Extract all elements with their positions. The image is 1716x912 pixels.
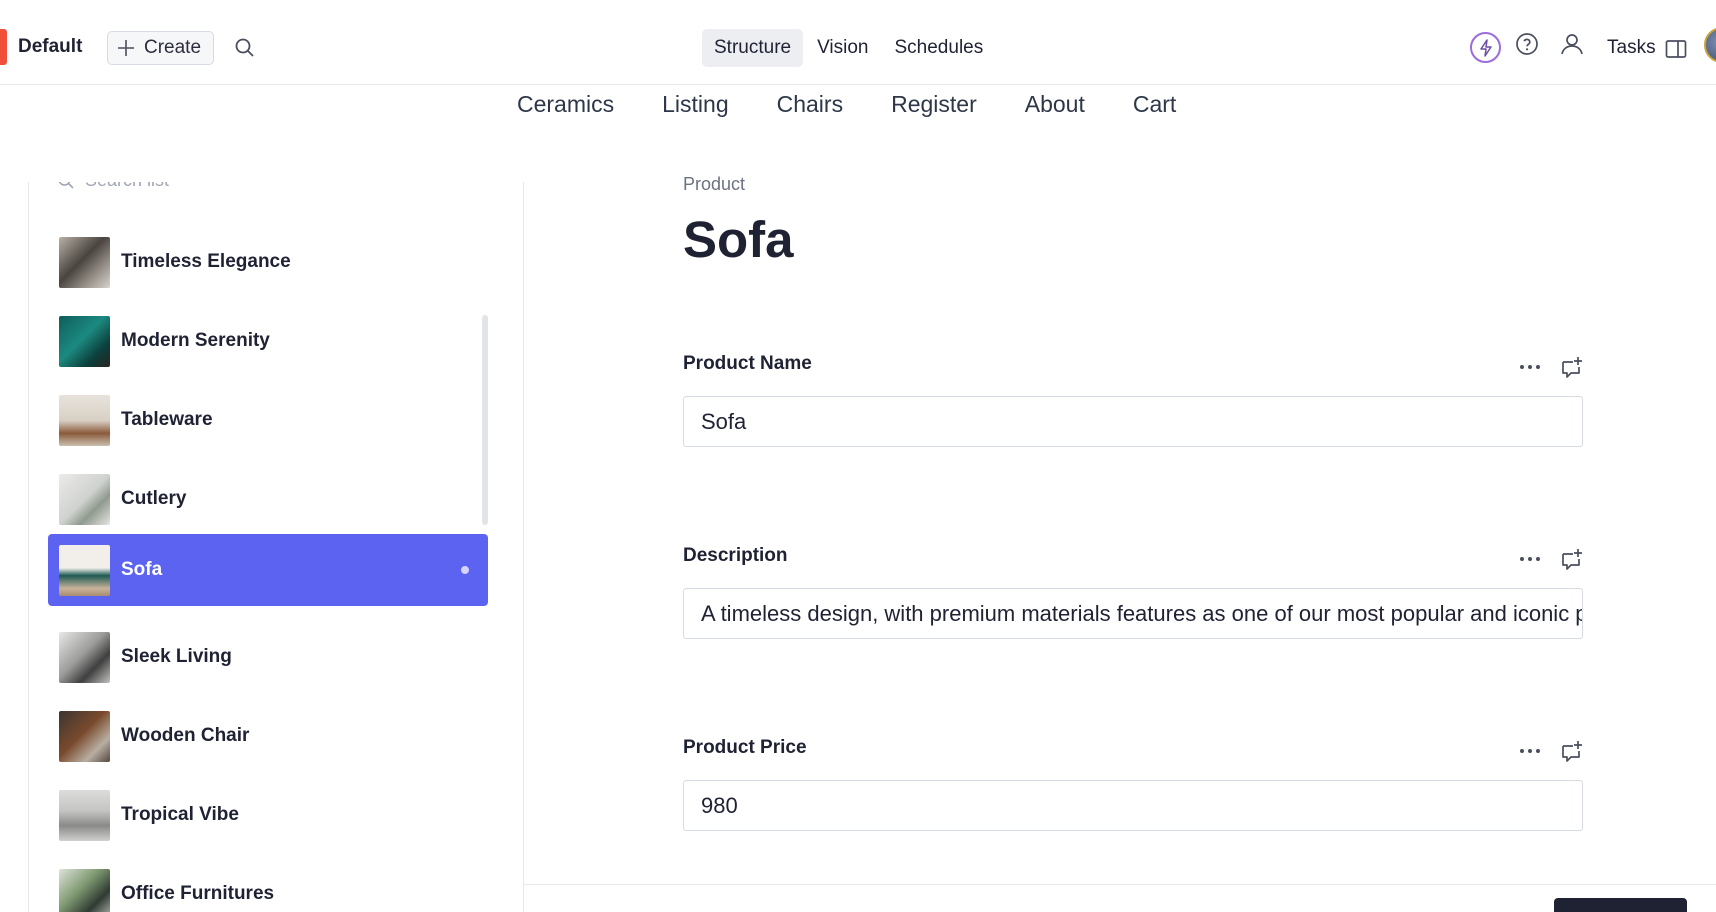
- item-thumbnail: [59, 789, 110, 841]
- list-item-label: Cutlery: [121, 488, 187, 509]
- list-item-label: Wooden Chair: [121, 725, 250, 746]
- site-nav-about[interactable]: About: [1025, 89, 1085, 119]
- item-list-panel: Search list Timeless Elegance Modern Ser…: [28, 182, 524, 912]
- site-nav-ceramics[interactable]: Ceramics: [517, 89, 614, 119]
- item-thumbnail: [59, 544, 110, 596]
- field-label: Description: [683, 545, 788, 566]
- field-actions: [1519, 547, 1583, 571]
- field-actions: [1519, 739, 1583, 763]
- list-item[interactable]: Sleek Living: [48, 621, 488, 693]
- workspace-name[interactable]: Default: [18, 36, 82, 58]
- list-item-label: Sleek Living: [121, 646, 232, 667]
- help-circle-icon[interactable]: [1515, 32, 1539, 56]
- item-thumbnail: [59, 710, 110, 762]
- list-search[interactable]: Search list: [57, 182, 169, 191]
- user-avatar[interactable]: [1704, 27, 1716, 63]
- lightning-icon[interactable]: [1470, 32, 1501, 63]
- list-item-label: Sofa: [121, 559, 163, 580]
- top-toolbar: Default Create Structure Vision Schedule…: [0, 0, 1716, 85]
- list-item-selected[interactable]: Sofa: [48, 534, 488, 606]
- tasks-button[interactable]: Tasks: [1607, 37, 1656, 59]
- list-search-input[interactable]: Search list: [85, 182, 169, 191]
- publish-button[interactable]: [1554, 898, 1687, 912]
- field-label: Product Price: [683, 737, 807, 758]
- list-scrollbar[interactable]: [482, 315, 488, 525]
- site-nav-listing[interactable]: Listing: [662, 89, 728, 119]
- split-panel-icon[interactable]: [1665, 39, 1687, 59]
- list-item-label: Modern Serenity: [121, 330, 270, 351]
- product-price-input[interactable]: 980: [683, 780, 1583, 831]
- item-thumbnail: [59, 236, 110, 288]
- add-comment-icon[interactable]: [1561, 739, 1583, 763]
- tab-schedules[interactable]: Schedules: [883, 29, 996, 67]
- footer-divider: [524, 884, 1716, 885]
- more-options-icon[interactable]: [1519, 364, 1541, 370]
- add-comment-icon[interactable]: [1561, 355, 1583, 379]
- item-thumbnail: [59, 315, 110, 367]
- search-icon[interactable]: [234, 37, 256, 59]
- plus-icon: [118, 40, 134, 56]
- list-item-label: Timeless Elegance: [121, 251, 291, 272]
- site-nav-register[interactable]: Register: [891, 89, 977, 119]
- item-thumbnail: [59, 868, 110, 912]
- more-options-icon[interactable]: [1519, 748, 1541, 754]
- site-nav-chairs[interactable]: Chairs: [777, 89, 843, 119]
- document-type-breadcrumb: Product: [683, 174, 746, 194]
- list-item[interactable]: Cutlery: [48, 463, 488, 535]
- list-item-label: Tableware: [121, 409, 213, 430]
- tab-vision[interactable]: Vision: [805, 29, 880, 67]
- item-thumbnail: [59, 631, 110, 683]
- search-icon: [58, 182, 74, 189]
- more-options-icon[interactable]: [1519, 556, 1541, 562]
- main-nav-tabs: Structure Vision Schedules: [702, 29, 997, 67]
- selected-indicator-dot: [461, 566, 469, 574]
- list-item[interactable]: Modern Serenity: [48, 305, 488, 377]
- list-item[interactable]: Wooden Chair: [48, 700, 488, 772]
- list-item-label: Office Furnitures: [121, 883, 275, 904]
- field-actions: [1519, 355, 1583, 379]
- list-item[interactable]: Tableware: [48, 384, 488, 456]
- create-label: Create: [144, 37, 202, 58]
- users-icon[interactable]: [1559, 32, 1585, 56]
- page-title: Sofa: [683, 211, 794, 268]
- field-label: Product Name: [683, 353, 812, 374]
- add-comment-icon[interactable]: [1561, 547, 1583, 571]
- workspace-color-mark: [0, 29, 7, 65]
- item-thumbnail: [59, 394, 110, 446]
- product-name-input[interactable]: Sofa: [683, 396, 1583, 447]
- create-button[interactable]: Create: [107, 31, 214, 65]
- site-nav-cart[interactable]: Cart: [1133, 89, 1176, 119]
- description-input[interactable]: A timeless design, with premium material…: [683, 588, 1583, 639]
- list-item[interactable]: Tropical Vibe: [48, 779, 488, 851]
- tab-structure[interactable]: Structure: [702, 29, 804, 67]
- list-item-label: Tropical Vibe: [121, 804, 239, 825]
- item-thumbnail: [59, 473, 110, 525]
- list-item[interactable]: Office Furnitures: [48, 858, 488, 912]
- site-navigation: Ceramics Listing Chairs Register About C…: [517, 89, 1224, 119]
- list-item[interactable]: Timeless Elegance: [48, 226, 488, 298]
